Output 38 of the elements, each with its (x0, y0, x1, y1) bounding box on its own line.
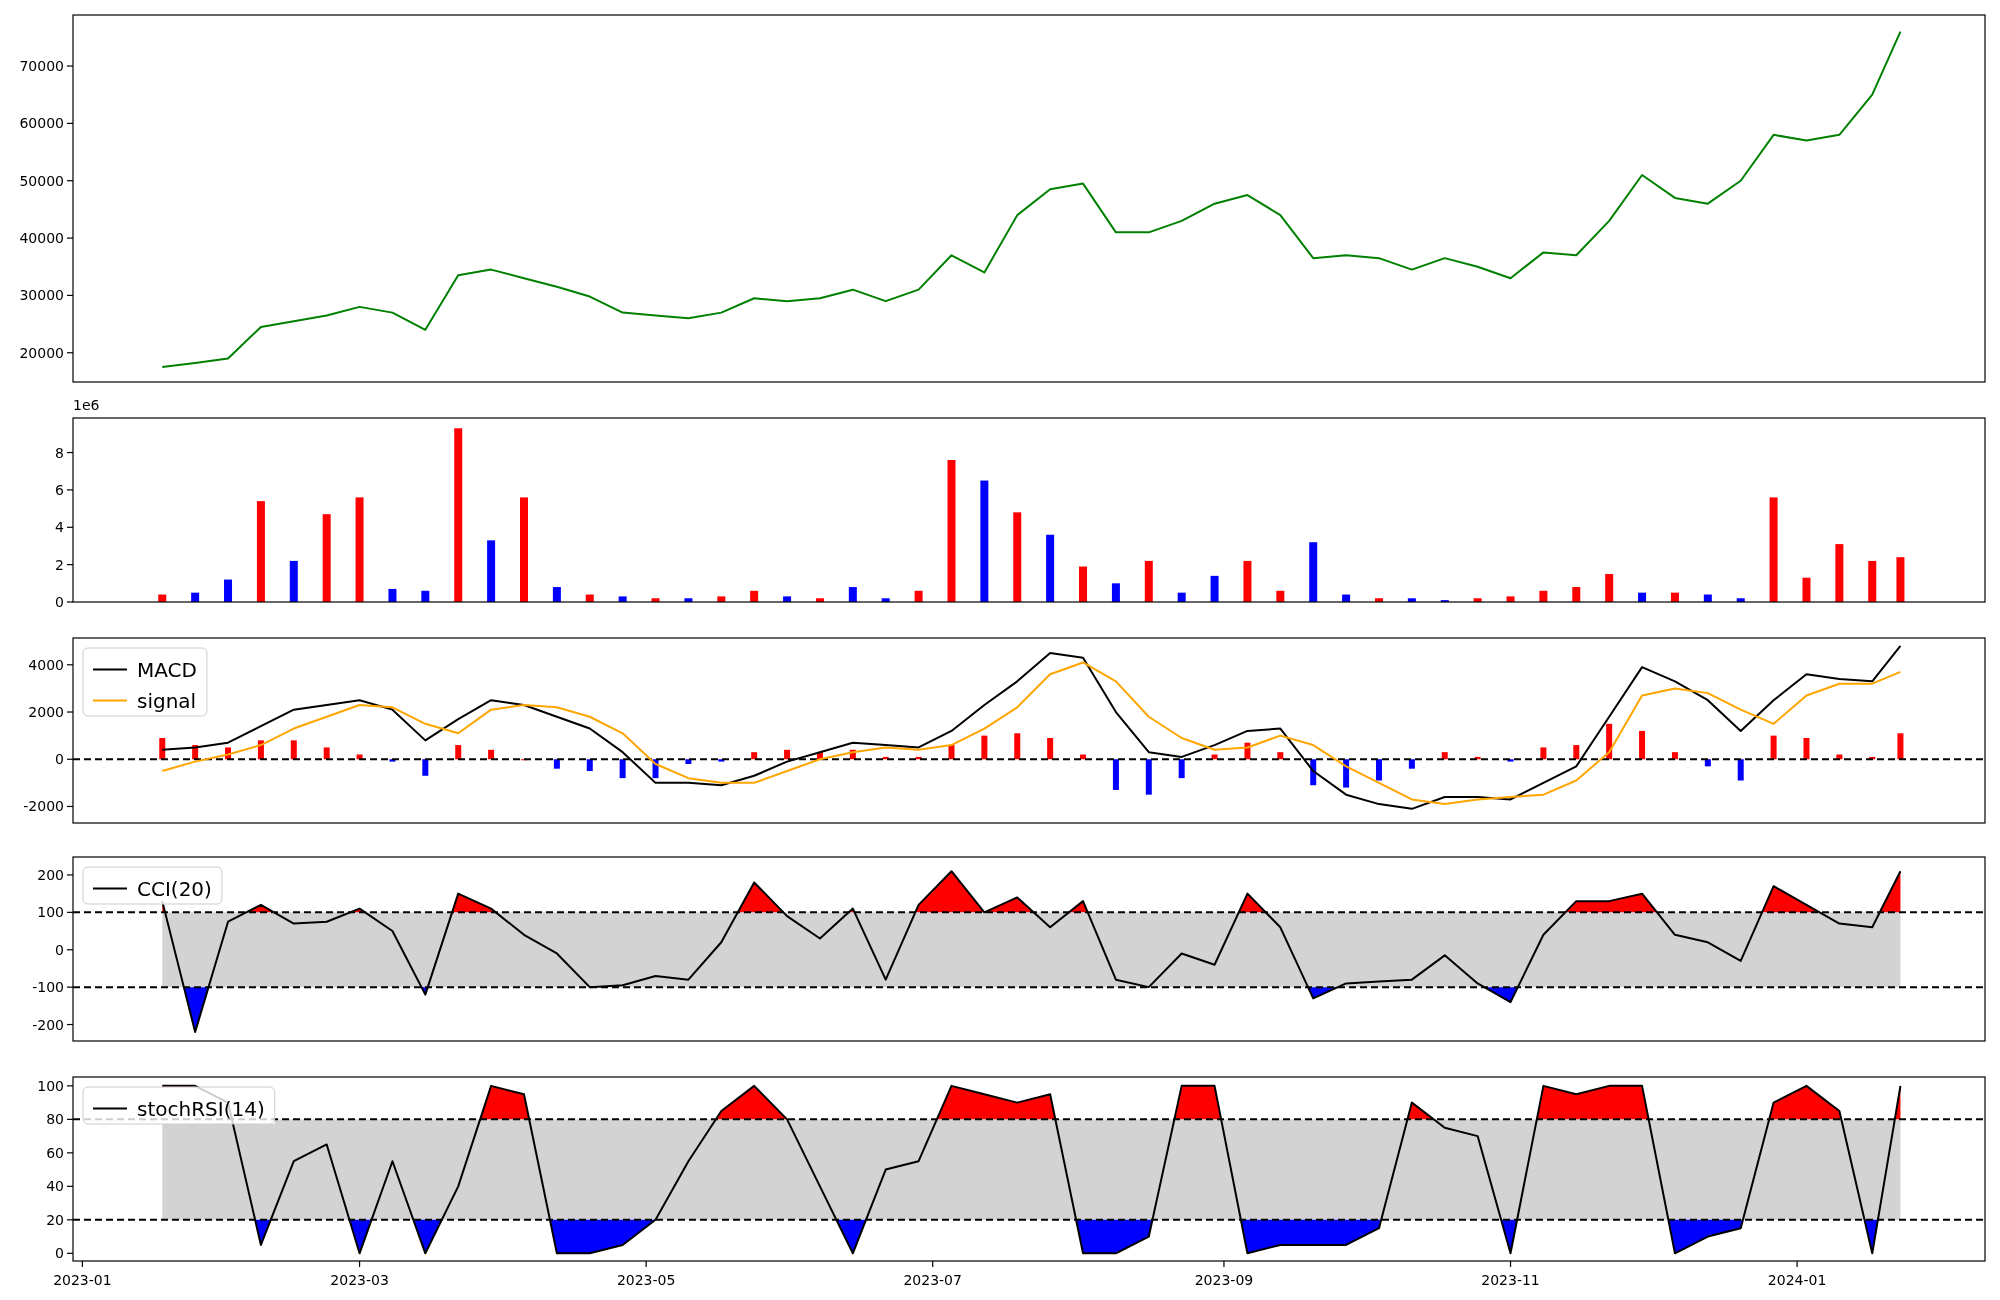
axis-tick-label: 2023-05 (616, 1272, 676, 1288)
axis-tick-label: 2023-01 (53, 1272, 112, 1288)
axis-tick-label: 4 (55, 519, 64, 536)
legend-label: signal (137, 688, 197, 713)
axis-tick-label: 6 (55, 481, 64, 498)
axis-tick-label: 0 (55, 751, 64, 768)
axis-tick-label: 200 (37, 866, 64, 883)
axis-tick-label: 40000 (19, 230, 64, 247)
axis-tick-label: 4000 (28, 656, 64, 673)
axis-tick-label: 70000 (19, 58, 64, 75)
axis-tick-label: 80 (46, 1111, 64, 1128)
axis-tick-label: 20 (46, 1211, 64, 1228)
legend-label: stochRSI(14) (137, 1096, 265, 1121)
axis-tick-label: 0 (55, 941, 64, 958)
axis-tick-label: 2023-11 (1481, 1272, 1540, 1288)
axis-tick-label: 30000 (19, 287, 64, 304)
axis-tick-label: 2000 (28, 704, 64, 720)
axis-tick-label: 2023-03 (330, 1272, 389, 1288)
axis-offset-label: 1e6 (73, 397, 100, 413)
axis-tick-label: 2023-09 (1194, 1272, 1254, 1288)
axis-tick-label: -100 (32, 979, 64, 996)
axis-tick-label: 8 (55, 444, 64, 461)
legend-label: CCI(20) (137, 876, 212, 901)
axis-tick-label: 0 (55, 594, 64, 610)
axis-tick-label: 2023-07 (903, 1272, 962, 1288)
axis-tick-label: 100 (37, 1077, 64, 1094)
axis-tick-label: 60 (46, 1144, 64, 1161)
axis-tick-label: 60000 (19, 115, 64, 132)
axis-tick-label: 0 (55, 1245, 64, 1262)
axis-tick-label: 20000 (19, 344, 64, 361)
axis-tick-label: 2 (55, 556, 64, 573)
axis-tick-label: -200 (32, 1016, 64, 1033)
axis-tick-label: 2024-01 (1767, 1272, 1827, 1288)
axis-tick-label: 100 (37, 904, 64, 921)
axis-tick-label: 50000 (19, 172, 64, 189)
legend-label: MACD (137, 657, 197, 682)
axis-tick-label: -2000 (23, 798, 64, 815)
axis-tick-label: 40 (46, 1178, 64, 1195)
